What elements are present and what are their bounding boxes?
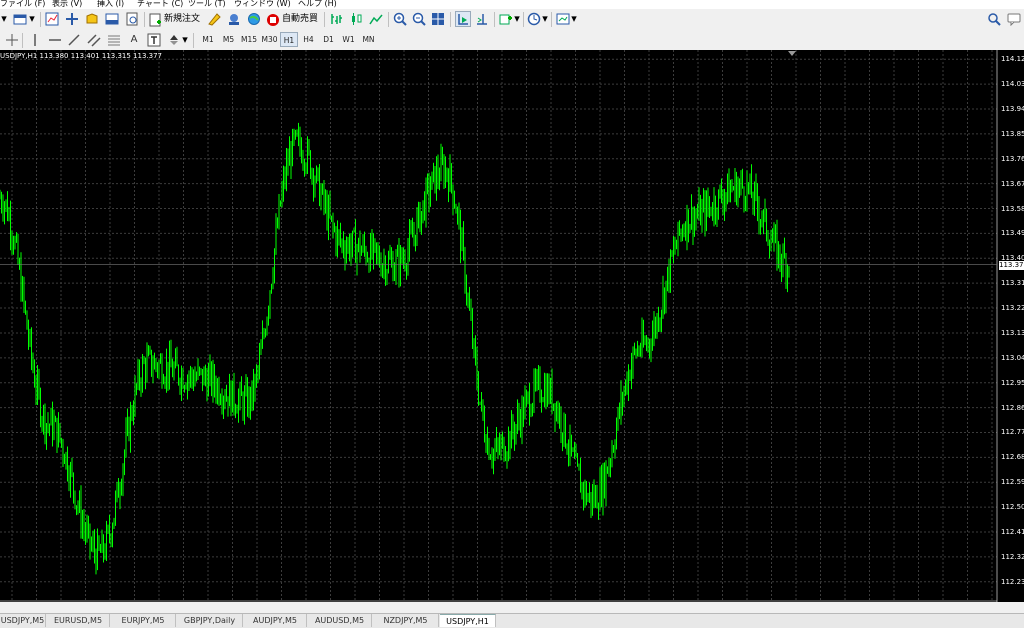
price-tick-label: 112.410	[1001, 527, 1024, 536]
metaeditor-icon[interactable]	[206, 11, 222, 27]
vertical-line-icon[interactable]	[27, 32, 43, 48]
menu-item-5[interactable]: ウィンドウ (W)	[234, 0, 291, 9]
price-tick-label: 113.220	[1001, 304, 1024, 313]
price-tick-label: 113.670	[1001, 179, 1024, 188]
price-tick-label: 113.850	[1001, 129, 1024, 138]
objects-toolbar: A ▾ M1 M5 M15 M30 H1 H4 D1 W1 MN	[0, 30, 1024, 51]
price-tick-label: 112.230	[1001, 577, 1024, 586]
price-tick-label: 112.590	[1001, 478, 1024, 487]
terminal-icon[interactable]	[104, 11, 120, 27]
price-tick-label: 114.030	[1001, 80, 1024, 89]
timeframe-h4[interactable]: H4	[299, 32, 318, 47]
chart-tab[interactable]: USDJPY,M5	[0, 614, 46, 627]
price-tick-label: 113.490	[1001, 229, 1024, 238]
chart-tabs-bar: USDJPY,M5 EURUSD,M5 EURJPY,M5 GBPJPY,Daily A…	[0, 613, 1024, 628]
trendline-icon[interactable]	[66, 32, 82, 48]
menu-bar: ファイル (F) 表示 (V) 挿入 (I) チャート (C) ツール (T) ウィンドウ…	[0, 0, 1024, 9]
fibonacci-icon[interactable]	[106, 32, 122, 48]
timeframe-m1[interactable]: M1	[198, 32, 218, 47]
indicators-icon[interactable]	[498, 11, 514, 27]
price-tick-label: 112.770	[1001, 428, 1024, 437]
price-tick-label: 114.120	[1001, 55, 1024, 64]
new-order-icon	[149, 13, 161, 26]
arrows-dropdown-icon[interactable]: ▾	[181, 32, 189, 48]
price-tick-label: 113.310	[1001, 279, 1024, 288]
candlestick-icon[interactable]	[348, 11, 364, 27]
menu-item-2[interactable]: 挿入 (I)	[97, 0, 124, 9]
auto-trading-label: 自動売買	[282, 14, 319, 24]
chart-tab[interactable]: USDJPY,H1	[440, 614, 496, 627]
arrows-icon[interactable]	[166, 32, 182, 48]
price-tick-label: 113.760	[1001, 154, 1024, 163]
chart-tab[interactable]: GBPJPY,Daily	[177, 614, 243, 627]
periods-icon[interactable]	[526, 11, 542, 27]
price-tick-label: 113.940	[1001, 105, 1024, 114]
data-window-icon[interactable]	[64, 11, 80, 27]
text-label-icon[interactable]	[146, 32, 162, 48]
menu-item-4[interactable]: ツール (T)	[188, 0, 226, 9]
chart-shift-marker	[788, 51, 796, 56]
timeframe-d1[interactable]: D1	[319, 32, 338, 47]
auto-trading-icon	[267, 13, 279, 26]
new-order-label: 新規注文	[164, 14, 201, 24]
timeframe-mn[interactable]: MN	[359, 32, 378, 47]
price-tick-label: 112.320	[1001, 552, 1024, 561]
chart-tab[interactable]: NZDJPY,M5	[373, 614, 439, 627]
price-tick-label: 112.680	[1001, 453, 1024, 462]
timeframe-w1[interactable]: W1	[339, 32, 358, 47]
new-order-button[interactable]: 新規注文	[148, 12, 200, 27]
auto-scroll-icon[interactable]	[455, 11, 471, 27]
bar-chart-icon[interactable]	[328, 11, 344, 27]
timeframe-m30[interactable]: M30	[260, 32, 279, 47]
chart-tab[interactable]: AUDUSD,M5	[308, 614, 372, 627]
chart-tab[interactable]: EURJPY,M5	[111, 614, 176, 627]
chart-grid	[0, 50, 997, 602]
auto-trading-button[interactable]: 自動売買	[266, 12, 318, 27]
menu-item-0[interactable]: ファイル (F)	[0, 0, 45, 9]
menu-item-3[interactable]: チャート (C)	[137, 0, 183, 9]
indicators-dropdown-icon[interactable]: ▾	[513, 11, 521, 27]
price-tick-label: 113.130	[1001, 328, 1024, 337]
search-icon[interactable]	[986, 11, 1002, 27]
text-icon[interactable]: A	[126, 32, 142, 48]
price-chart[interactable]	[0, 50, 1024, 602]
current-price-label: 113.377	[999, 260, 1024, 270]
chat-icon[interactable]	[1006, 11, 1022, 27]
horizontal-line-icon[interactable]	[47, 32, 63, 48]
menu-item-1[interactable]: 表示 (V)	[52, 0, 82, 9]
signals-icon[interactable]	[226, 11, 242, 27]
market-watch-icon[interactable]	[44, 11, 60, 27]
templates-dropdown-icon[interactable]: ▾	[570, 11, 578, 27]
tile-windows-icon[interactable]	[430, 11, 446, 27]
crosshair-icon[interactable]	[4, 32, 20, 48]
periods-dropdown-icon[interactable]: ▾	[541, 11, 549, 27]
equidistant-channel-icon[interactable]	[86, 32, 102, 48]
market-icon[interactable]	[246, 11, 262, 27]
line-chart-icon[interactable]	[368, 11, 384, 27]
menu-item-6[interactable]: ヘルプ (H)	[298, 0, 337, 9]
price-tick-label: 112.500	[1001, 503, 1024, 512]
timeframe-m5[interactable]: M5	[219, 32, 238, 47]
candles	[0, 122, 790, 575]
chart-tab[interactable]: AUDJPY,M5	[244, 614, 307, 627]
zoom-out-icon[interactable]	[411, 11, 427, 27]
profiles-icon[interactable]	[12, 11, 28, 27]
main-toolbar: ▾ ▾ 新規注文 自動売買 ▾ ▾ ▾	[0, 9, 1024, 31]
chart-shift-icon[interactable]	[474, 11, 490, 27]
zoom-in-icon[interactable]	[392, 11, 408, 27]
profiles-dropdown-icon[interactable]: ▾	[28, 11, 36, 27]
price-tick-label: 112.860	[1001, 403, 1024, 412]
price-tick-label: 113.580	[1001, 204, 1024, 213]
templates-icon[interactable]	[555, 11, 571, 27]
chart-tab[interactable]: EURUSD,M5	[47, 614, 110, 627]
navigator-icon[interactable]	[84, 11, 100, 27]
chart-header: USDJPY,H1 113.380 113.401 113.315 113.37…	[0, 52, 162, 60]
timeframe-m15[interactable]: M15	[239, 32, 259, 47]
timeframe-h1[interactable]: H1	[280, 32, 298, 47]
strategy-tester-icon[interactable]	[124, 11, 140, 27]
chart-window[interactable]: USDJPY,H1 113.380 113.401 113.315 113.37…	[0, 50, 1024, 602]
price-tick-label: 112.950	[1001, 378, 1024, 387]
dropdown-icon[interactable]: ▾	[0, 11, 8, 27]
price-tick-label: 113.040	[1001, 353, 1024, 362]
